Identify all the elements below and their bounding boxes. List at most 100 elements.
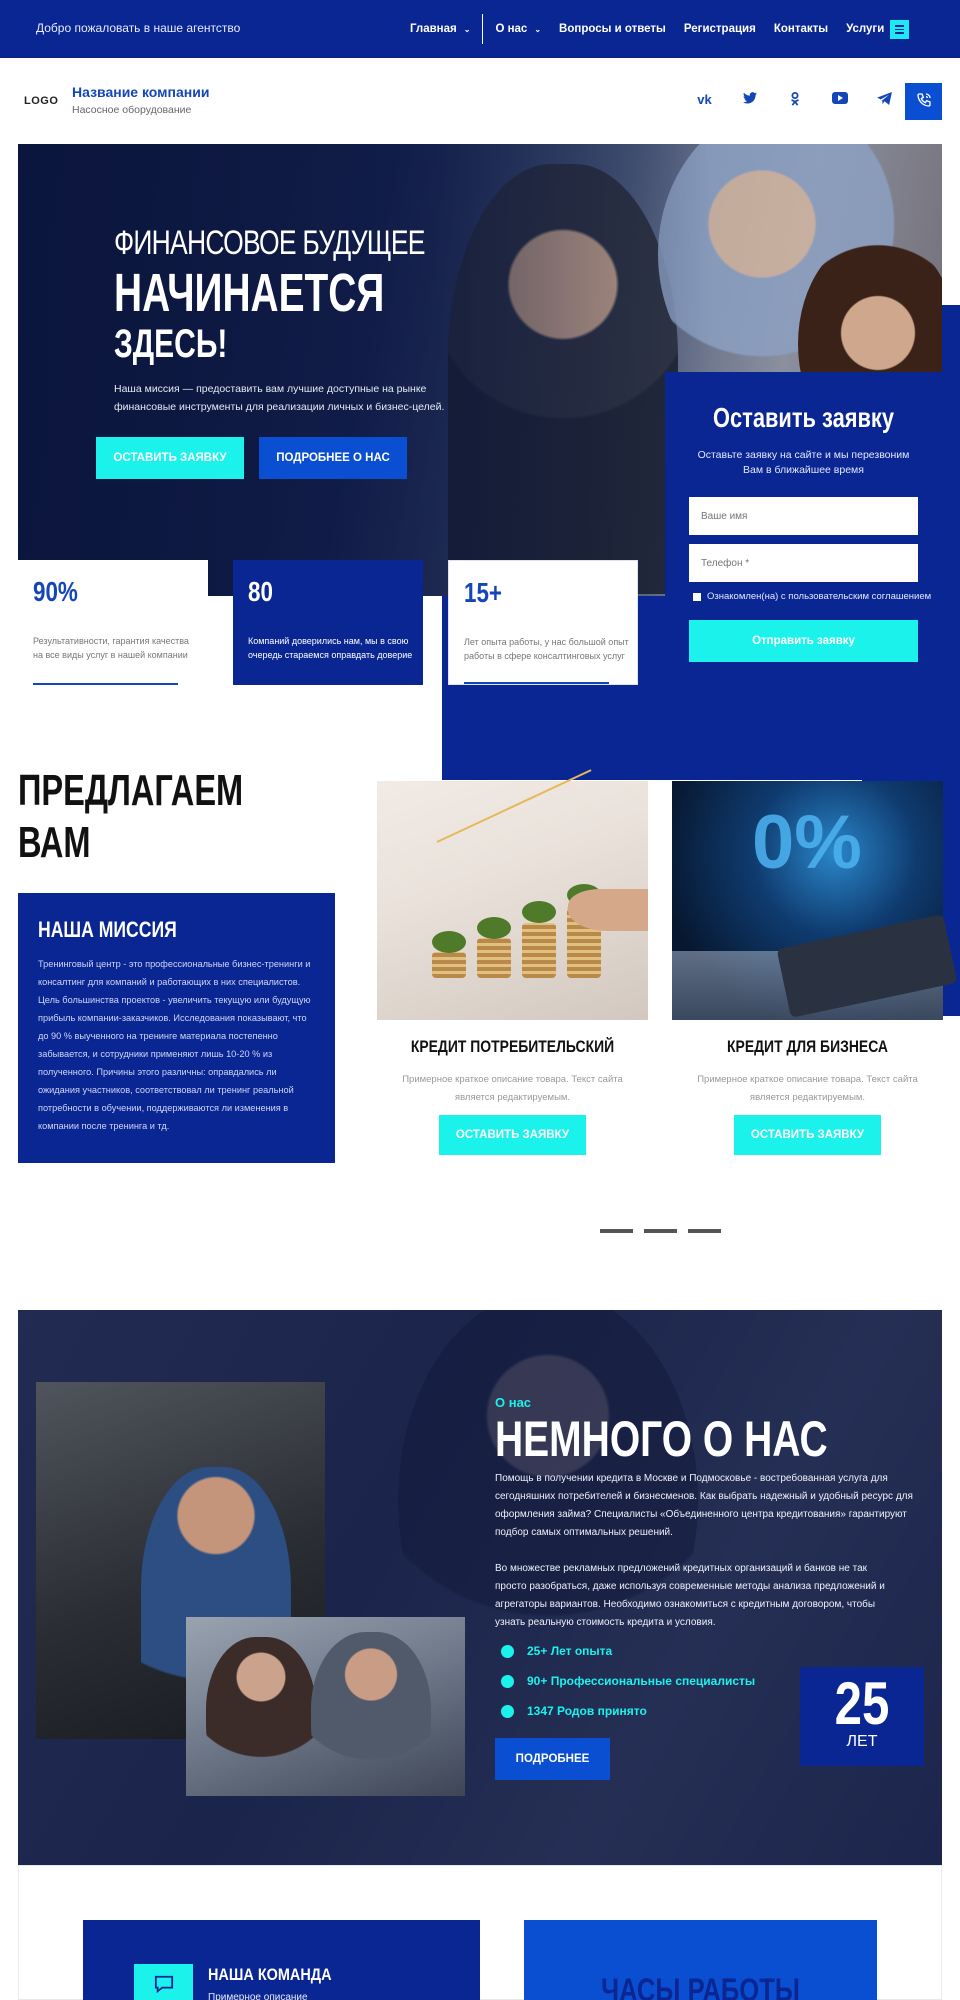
name-input[interactable] xyxy=(689,497,918,535)
phone-button[interactable] xyxy=(905,83,942,120)
carousel-dot[interactable] xyxy=(688,1229,721,1233)
nav-item-contacts[interactable]: Контакты xyxy=(774,23,828,35)
stat-card: 90% Результативности, гарантия качества … xyxy=(18,560,208,685)
product-title: КРЕДИТ ДЛЯ БИЗНЕСА xyxy=(727,1037,888,1056)
social-links: vk xyxy=(682,92,907,109)
bullet-icon xyxy=(501,1704,514,1718)
mission-card: НАША МИССИЯ Тренинговый центр - это проф… xyxy=(18,893,335,1163)
nav-label: Главная xyxy=(409,23,457,35)
about-kicker: О нас xyxy=(495,1395,532,1410)
agreement-label: Ознакомлен(на) с пользовательским соглаш… xyxy=(707,591,932,602)
agreement-checkbox[interactable]: Ознакомлен(на) с пользовательским соглаш… xyxy=(693,591,931,602)
coin-stack xyxy=(522,923,556,978)
stat-text: Компаний доверились нам, мы в свою очере… xyxy=(248,636,413,660)
offer-title: ПРЕДЛАГАЕМ ВАМ xyxy=(18,765,243,869)
hero-title-line3: ЗДЕСЬ! xyxy=(114,322,228,366)
carousel-pagination xyxy=(600,1229,732,1233)
product-apply-button[interactable]: ОСТАВИТЬ ЗАЯВКУ xyxy=(734,1115,881,1155)
nav-divider xyxy=(482,14,484,44)
zero-percent-graphic: 0% xyxy=(752,800,862,885)
bullet-icon xyxy=(501,1644,514,1658)
product-card: 0% КРЕДИТ ДЛЯ БИЗНЕСА Примерное краткое … xyxy=(672,781,958,1161)
about-highlights: 25+ Лет опыта 90+ Профессиональные специ… xyxy=(501,1636,755,1726)
nav-label: Услуги xyxy=(846,23,885,35)
mission-text: Тренинговый центр - это профессиональные… xyxy=(38,959,311,1131)
welcome-text: Добро пожаловать в наше агентство xyxy=(36,21,241,35)
nav-label: О нас xyxy=(495,23,528,35)
stat-value: 80 xyxy=(248,576,273,607)
highlight-item: 25+ Лет опыта xyxy=(501,1636,755,1666)
bullet-icon xyxy=(501,1674,514,1688)
youtube-icon[interactable] xyxy=(817,92,862,109)
growth-arrow xyxy=(436,769,592,843)
nav-item-about[interactable]: О нас ⌄ xyxy=(495,23,541,35)
chevron-down-icon: ⌄ xyxy=(463,24,471,34)
company-name: Название компании xyxy=(72,84,210,100)
product-image-plants xyxy=(377,769,648,1020)
top-bar: Добро пожаловать в наше агентство Главна… xyxy=(0,0,960,58)
highlight-label: 90+ Профессиональные специалисты xyxy=(527,1674,756,1688)
menu-icon[interactable] xyxy=(890,20,909,39)
nav-label: Вопросы и ответы xyxy=(559,23,666,35)
coin-stack xyxy=(477,938,511,978)
chat-icon xyxy=(134,1964,193,2000)
product-description: Примерное краткое описание товара. Текст… xyxy=(697,1074,918,1103)
about-paragraph: Во множестве рекламных предложений креди… xyxy=(495,1563,885,1628)
hand-image xyxy=(568,889,648,931)
product-description: Примерное краткое описание товара. Текст… xyxy=(402,1074,623,1103)
vk-icon[interactable]: vk xyxy=(682,92,727,109)
site-header: LOGO Название компании Насосное оборудов… xyxy=(0,58,960,144)
highlight-label: 1347 Родов принято xyxy=(527,1704,647,1718)
logo[interactable]: LOGO xyxy=(24,95,58,107)
checkbox-icon[interactable] xyxy=(693,592,701,601)
stat-text: Лет опыта работы, у нас большой опыт раб… xyxy=(464,637,629,661)
stat-card: 15+ Лет опыта работы, у нас большой опыт… xyxy=(448,560,638,685)
hero-apply-button[interactable]: ОСТАВИТЬ ЗАЯВКУ xyxy=(96,437,244,479)
carousel-dot[interactable] xyxy=(600,1229,633,1233)
hero-title-line2: НАЧИНАЕТСЯ xyxy=(114,263,385,323)
carousel-dot[interactable] xyxy=(644,1229,677,1233)
highlight-item: 1347 Родов принято xyxy=(501,1696,755,1726)
request-form: Оставить заявку Оставьте заявку на сайте… xyxy=(665,372,942,672)
nav-item-home[interactable]: Главная ⌄ xyxy=(410,23,470,35)
stat-value: 15+ xyxy=(464,577,502,608)
phone-icon xyxy=(916,92,932,112)
stat-text: Результативности, гарантия качества на в… xyxy=(33,636,189,660)
nav-label: Контакты xyxy=(773,23,829,35)
company-subtitle: Насосное оборудование xyxy=(72,104,192,116)
phone-input[interactable] xyxy=(689,544,918,582)
hero-about-button[interactable]: ПОДРОБНЕЕ О НАС xyxy=(259,437,407,479)
years-value: 25 xyxy=(834,1670,890,1737)
twitter-icon[interactable] xyxy=(727,92,772,109)
form-title: Оставить заявку xyxy=(713,402,894,433)
odnoklassniki-icon[interactable] xyxy=(772,92,817,109)
product-image-calculator: 0% xyxy=(672,781,958,1020)
team-card[interactable]: НАША КОМАНДА Примерное описание xyxy=(83,1920,480,2000)
hero-title-line1: ФИНАНСОВОЕ БУДУЩЕЕ xyxy=(114,224,425,262)
stat-underline xyxy=(33,683,178,685)
hero-description: Наша миссия — предоставить вам лучшие до… xyxy=(114,383,445,413)
plant-icon xyxy=(477,917,511,939)
plant-icon xyxy=(432,931,466,953)
offer-title-line: ВАМ xyxy=(18,818,91,867)
nav-label: Регистрация xyxy=(683,23,756,35)
offer-title-line: ПРЕДЛАГАЕМ xyxy=(18,766,244,815)
top-nav: Главная ⌄ О нас ⌄ Вопросы и ответы Регистр… xyxy=(392,0,898,58)
nav-item-registration[interactable]: Регистрация xyxy=(684,23,756,35)
coin-stack xyxy=(432,952,466,978)
telegram-icon[interactable] xyxy=(862,92,907,109)
product-card: КРЕДИТ ПОТРЕБИТЕЛЬСКИЙ Примерное краткое… xyxy=(377,769,648,1161)
submit-button[interactable]: Отправить заявку xyxy=(689,620,918,662)
stat-underline xyxy=(464,682,609,684)
about-section: О нас НЕМНОГО О НАС Помощь в получении к… xyxy=(18,1310,942,1865)
photo-person xyxy=(311,1632,431,1802)
plant-icon xyxy=(522,901,556,923)
about-title: НЕМНОГО О НАС xyxy=(495,1411,828,1467)
about-more-button[interactable]: ПОДРОБНЕЕ xyxy=(495,1738,610,1780)
nav-item-faq[interactable]: Вопросы и ответы xyxy=(559,23,666,35)
product-apply-button[interactable]: ОСТАВИТЬ ЗАЯВКУ xyxy=(439,1115,586,1155)
chevron-down-icon: ⌄ xyxy=(534,24,542,34)
team-subtitle: Примерное описание xyxy=(208,1992,308,2000)
photo-person xyxy=(206,1637,316,1797)
hours-title: ЧАСЫ РАБОТЫ xyxy=(601,1972,800,2000)
